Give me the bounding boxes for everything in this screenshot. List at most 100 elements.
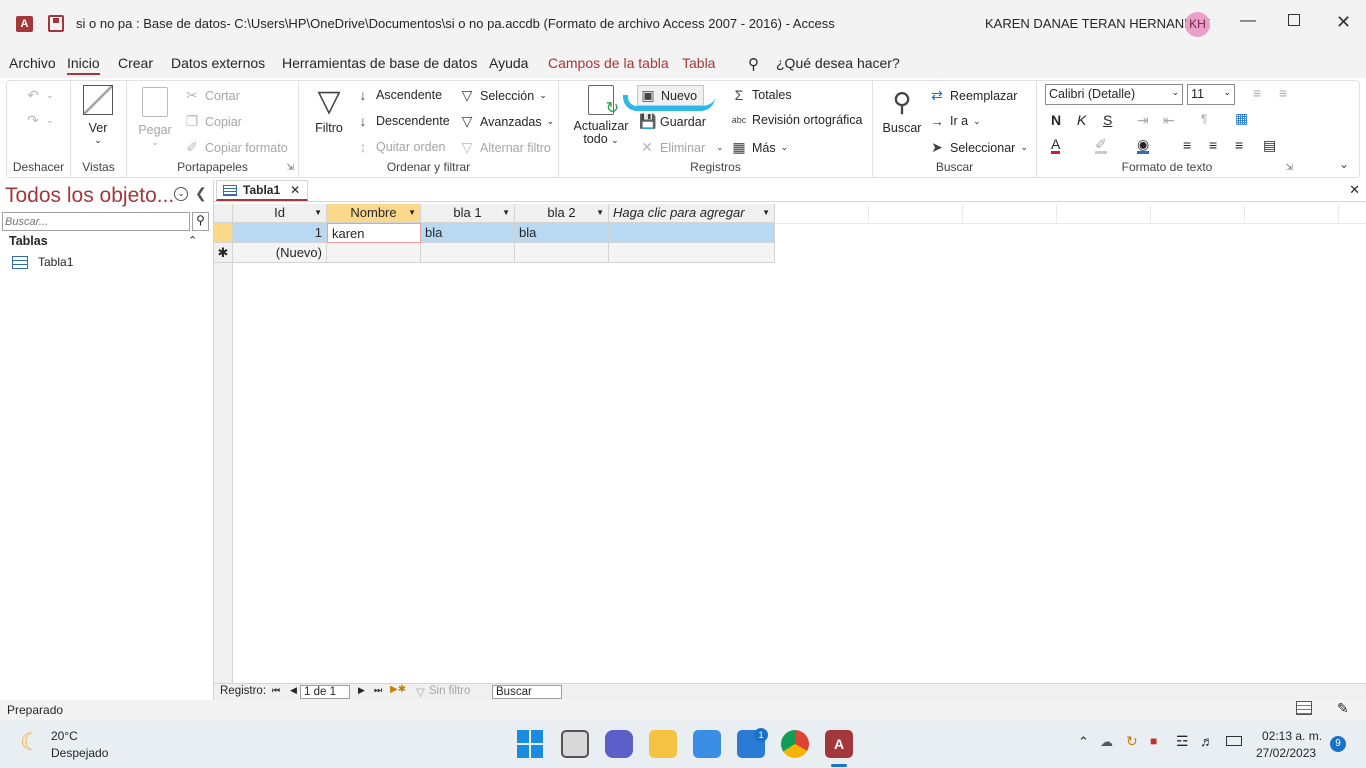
menu-herramientas[interactable]: Herramientas de base de datos — [282, 55, 477, 71]
cell-new[interactable] — [421, 243, 515, 263]
cell-new[interactable] — [609, 243, 775, 263]
alt-row-color-icon[interactable]: ▤ — [1263, 137, 1276, 154]
weather-temp[interactable]: 20°C — [51, 729, 78, 743]
avatar[interactable]: KH — [1185, 12, 1210, 37]
mas-button[interactable]: ▦ Más ⌄ — [731, 139, 788, 156]
new-record-nav-icon[interactable]: ▶✱ — [390, 684, 406, 695]
start-icon[interactable] — [517, 730, 545, 758]
italic-button[interactable]: K — [1077, 112, 1086, 128]
chrome-icon[interactable] — [781, 730, 809, 758]
revision-button[interactable]: abc Revisión ortográfica — [731, 113, 863, 127]
close-icon[interactable]: ✕ — [1336, 12, 1351, 33]
outdent-icon[interactable]: ⇤ — [1163, 112, 1175, 129]
actualizar-button[interactable]: ↻ Actualizar todo ⌄ — [573, 85, 629, 146]
chevron-down-icon[interactable]: ▼ — [502, 208, 510, 217]
cell-new[interactable] — [515, 243, 609, 263]
record-search-input[interactable]: Buscar — [492, 685, 562, 699]
cell-new[interactable] — [327, 243, 421, 263]
filtro-button[interactable]: ▽ Filtro — [311, 85, 347, 135]
minimize-icon[interactable]: — — [1240, 12, 1256, 30]
dialog-launcher-icon[interactable]: ⇲ — [286, 162, 294, 173]
column-header-add[interactable]: Haga clic para agregar ▼ — [609, 204, 775, 223]
descendente-button[interactable]: ↓ Descendente — [355, 113, 450, 129]
search-icon[interactable]: ⚲ — [748, 55, 759, 73]
design-view-icon[interactable]: ✎ — [1337, 700, 1349, 717]
highlight-icon[interactable]: ✐ — [1095, 137, 1107, 154]
column-header-id[interactable]: Id ▼ — [233, 204, 327, 223]
new-row-selector[interactable]: ✱ — [214, 243, 233, 263]
notification-badge[interactable]: 9 — [1330, 736, 1346, 752]
user-name[interactable]: KAREN DANAE TERAN HERNANDEZ — [985, 16, 1210, 31]
buscar-button[interactable]: ⚲ Buscar — [881, 85, 923, 135]
dialog-launcher-icon[interactable]: ⇲ — [1285, 162, 1293, 173]
nav-title[interactable]: Todos los objeto... — [5, 184, 174, 208]
menu-inicio[interactable]: Inicio — [67, 55, 100, 75]
onedrive-icon[interactable]: ☁ — [1100, 734, 1113, 750]
sync-icon[interactable]: ↻ — [1126, 733, 1138, 750]
nav-collapse-icon[interactable]: ❮ — [195, 185, 207, 202]
alternar-filtro-button[interactable]: ▽ Alternar filtro — [459, 139, 551, 156]
search-icon[interactable]: ⚲ — [192, 212, 209, 231]
first-record-icon[interactable]: ⏮ — [272, 685, 280, 696]
copiar-button[interactable]: ❐ Copiar — [184, 113, 242, 130]
numbering-icon[interactable]: ≡ — [1279, 85, 1287, 101]
next-record-icon[interactable]: ▶ — [358, 685, 365, 696]
close-tab-icon[interactable]: ✕ — [290, 183, 300, 197]
volume-icon[interactable]: ♬ — [1200, 733, 1214, 749]
nav-search-input[interactable] — [2, 212, 190, 231]
pegar-button[interactable]: Pegar ⌄ — [137, 87, 173, 148]
underline-button[interactable]: S — [1103, 112, 1112, 128]
prev-record-icon[interactable]: ◀ — [290, 685, 297, 696]
chat-icon[interactable] — [605, 730, 633, 758]
cortar-button[interactable]: ✂ Cortar — [184, 87, 240, 104]
tell-me-box[interactable]: ¿Qué desea hacer? — [776, 55, 900, 71]
reemplazar-button[interactable]: ⇄ Reemplazar — [929, 87, 1017, 104]
menu-campos-tabla[interactable]: Campos de la tabla — [548, 55, 669, 71]
chevron-down-icon[interactable]: ▼ — [596, 208, 604, 217]
access-taskbar-icon[interactable]: A — [825, 730, 853, 758]
last-record-icon[interactable]: ⏭ — [374, 685, 382, 696]
ascendente-button[interactable]: ↓ Ascendente — [355, 87, 443, 103]
paragraph-icon[interactable]: ¶ — [1201, 112, 1207, 126]
ir-a-button[interactable]: → Ir a ⌄ — [929, 113, 981, 129]
cell-bla1[interactable]: bla — [421, 223, 515, 243]
menu-archivo[interactable]: Archivo — [9, 55, 56, 71]
font-color-icon[interactable]: A — [1051, 137, 1061, 154]
totales-button[interactable]: Σ Totales — [731, 87, 792, 103]
weather-desc[interactable]: Despejado — [51, 746, 108, 760]
restore-icon[interactable] — [1288, 14, 1300, 26]
font-name-select[interactable]: Calibri (Detalle) ⌄ — [1045, 84, 1183, 105]
cell-id[interactable]: 1 — [233, 223, 327, 243]
quitar-orden-button[interactable]: ↕ Quitar orden — [355, 139, 446, 155]
indent-icon[interactable]: ⇥ — [1137, 112, 1149, 129]
row-selector[interactable] — [214, 223, 233, 243]
wifi-icon[interactable]: ☲ — [1176, 733, 1189, 750]
clock-date[interactable]: 27/02/2023 — [1256, 746, 1316, 760]
chevron-up-icon[interactable]: ⌃ — [1078, 734, 1089, 750]
close-object-icon[interactable]: ✕ — [1349, 182, 1360, 198]
nav-section-tablas[interactable]: Tablas — [9, 234, 48, 248]
cell-add[interactable] — [609, 223, 775, 243]
app-tray-icon[interactable]: ■ — [1150, 734, 1157, 748]
datasheet-view-icon[interactable] — [1296, 701, 1312, 715]
redo-button[interactable]: ↷ ⌄ — [25, 112, 53, 129]
chevron-down-icon[interactable]: ▼ — [408, 208, 416, 217]
bold-button[interactable]: N — [1051, 112, 1061, 128]
task-view-icon[interactable] — [561, 730, 589, 758]
chevron-down-icon[interactable]: ▼ — [762, 208, 770, 217]
filter-status[interactable]: ▽ Sin filtro — [416, 685, 470, 699]
collapse-ribbon-icon[interactable]: ⌄ — [1339, 157, 1349, 171]
collapse-section-icon[interactable]: ⌃ — [188, 234, 197, 247]
cell-nombre[interactable]: karen — [327, 223, 421, 243]
nav-menu-icon[interactable]: ⌄ — [174, 187, 188, 201]
column-header-nombre[interactable]: Nombre ▼ — [327, 204, 421, 223]
column-header-bla1[interactable]: bla 1 ▼ — [421, 204, 515, 223]
eliminar-button[interactable]: ✕ Eliminar ⌄ — [639, 139, 724, 156]
chevron-down-icon[interactable]: ▼ — [314, 208, 322, 217]
tab-tabla1[interactable]: Tabla1 ✕ — [216, 180, 308, 201]
clock-time[interactable]: 02:13 a. m. — [1262, 729, 1322, 743]
menu-tabla[interactable]: Tabla — [682, 55, 715, 71]
store-icon[interactable] — [693, 730, 721, 758]
seleccionar-button[interactable]: ➤ Seleccionar ⌄ — [929, 139, 1028, 156]
cell-bla2[interactable]: bla — [515, 223, 609, 243]
